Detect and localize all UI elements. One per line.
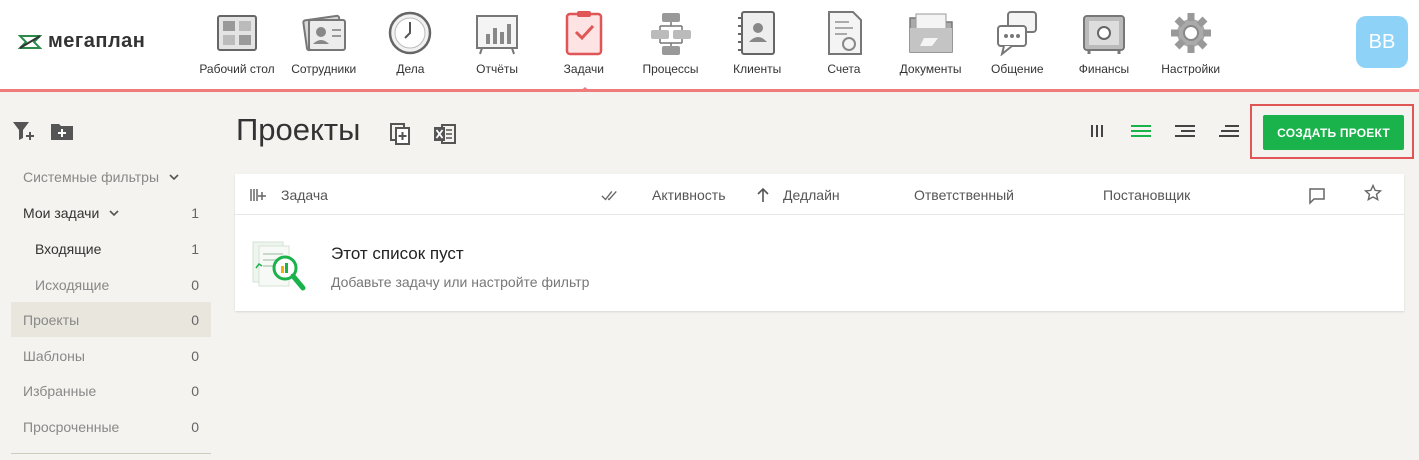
sidebar-item-3[interactable]: Входящие 1 [11,231,211,266]
clients-icon [738,11,776,55]
chevron-down-icon[interactable] [109,208,119,218]
add-filter-icon[interactable] [12,120,36,142]
sidebar-item-label: Шаблоны [23,347,85,364]
reports-icon [476,15,519,55]
column-activity[interactable]: Активность [652,187,726,203]
page-title: Проекты [236,112,361,147]
sidebar-item-label: Избранные [23,382,97,399]
tasks-icon [565,11,603,56]
empty-list-illustration [252,241,306,291]
title-actions [389,122,457,146]
projects-table: Задача Активность Дедлайн Ответственный … [235,174,1404,311]
sidebar-tools [12,120,74,142]
sidebar-item-2[interactable]: Мои задачи 1 [11,195,211,230]
documents-icon [908,13,953,53]
sidebar-item-5[interactable]: Проекты 0 [11,302,211,337]
column-author[interactable]: Постановщик [1103,187,1190,203]
sidebar-item-label: Системные фильтры [23,168,160,185]
sidebar-item-6[interactable]: Шаблоны 0 [11,338,211,373]
column-responsible[interactable]: Ответственный [914,187,1014,203]
empty-state-title: Этот список пуст [331,244,464,263]
sidebar-item-count: 1 [191,204,199,221]
logo-mark-icon [18,34,42,49]
view-list-icon[interactable] [1130,120,1152,142]
double-check-icon[interactable] [601,186,619,204]
invoices-icon [827,11,862,55]
nav-item-label: Настройки [1161,62,1221,76]
processes-icon [650,13,691,55]
sidebar-item-label: Входящие [35,240,102,257]
table-header: Задача Активность Дедлайн Ответственный … [235,174,1404,215]
sidebar-item-count: 0 [191,311,199,328]
sidebar-item-count: 0 [191,347,199,364]
user-avatar[interactable]: ВВ [1356,16,1408,68]
desktop-icon [217,15,257,51]
sidebar-item-label: Мои задачи [23,204,100,221]
sidebar-divider [11,453,211,454]
chevron-down-icon[interactable] [169,172,179,182]
sidebar-item-7[interactable]: Избранные 0 [11,373,211,408]
sidebar-item-label: Просроченные [23,418,120,435]
copy-add-icon[interactable] [389,122,413,146]
column-deadline[interactable]: Дедлайн [783,187,840,203]
column-settings-icon[interactable] [249,186,267,204]
sidebar-item-count: 1 [191,240,199,257]
sidebar-item-count: 0 [191,276,199,293]
employees-icon [302,14,346,52]
sidebar-item-4[interactable]: Исходящие 0 [11,267,211,302]
sidebar-item-label: Исходящие [35,276,110,293]
megaplan-logo[interactable]: мегаплан [18,30,145,53]
sidebar-item-label: Проекты [23,311,80,328]
comments-icon[interactable] [1308,187,1326,205]
sort-ascending-icon[interactable] [754,186,772,204]
chat-icon [997,11,1038,56]
sidebar-item-count: 0 [191,418,199,435]
settings-gear-icon [1170,13,1211,53]
excel-export-icon[interactable] [433,122,457,146]
create-project-button[interactable]: СОЗДАТЬ ПРОЕКТ [1263,115,1404,150]
top-navigation-bar: мегаплан Рабочий стол Сотрудники Дела Отчёт… [0,0,1419,92]
sidebar-item-count: 0 [191,382,199,399]
column-task[interactable]: Задача [281,187,328,203]
clock-icon [389,11,432,55]
view-compact-icon[interactable] [1218,120,1240,142]
logo-text: мегаплан [48,30,146,52]
view-mode-switcher [1086,120,1240,142]
nav-item-settings-gear[interactable]: Настройки [1146,0,1236,88]
add-folder-icon[interactable] [50,120,74,142]
safe-icon [1083,15,1125,54]
empty-state-subtitle: Добавьте задачу или настройте фильтр [331,274,590,290]
sidebar-item-1[interactable]: Системные фильтры [11,159,211,194]
view-tree-icon[interactable] [1174,120,1196,142]
view-columns-icon[interactable] [1086,120,1108,142]
main-nav: Рабочий стол Сотрудники Дела Отчёты Задачи Пр… [195,0,1240,92]
star-icon[interactable] [1364,184,1382,202]
sidebar-item-8[interactable]: Просроченные 0 [11,409,211,444]
